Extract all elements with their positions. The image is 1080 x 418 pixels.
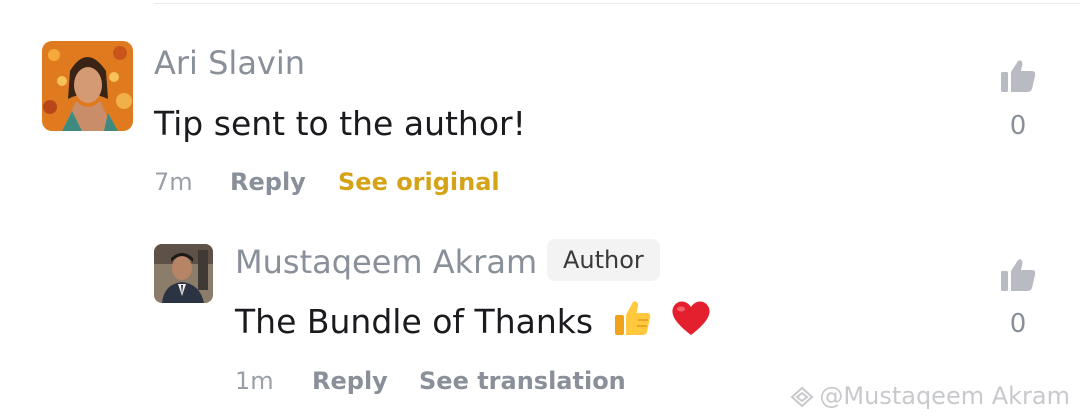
watermark: @Mustaqeem Akram xyxy=(789,384,1070,408)
reply-author-name[interactable]: Mustaqeem Akram xyxy=(235,246,537,278)
thumbs-up-icon[interactable] xyxy=(1000,257,1036,293)
avatar-ari-slavin[interactable] xyxy=(42,41,133,131)
reply-text-line: The Bundle of Thanks xyxy=(235,301,712,343)
red-heart-emoji xyxy=(670,298,712,343)
comment-author-name[interactable]: Ari Slavin xyxy=(154,47,305,79)
comment-text: Tip sent to the author! xyxy=(154,104,526,143)
comment-timestamp: 7m xyxy=(154,168,193,196)
top-divider xyxy=(154,3,1080,4)
like-count: 0 xyxy=(1009,111,1027,141)
thumbs-up-emoji xyxy=(612,298,652,343)
reply-timestamp: 1m xyxy=(235,367,274,395)
see-original-button[interactable]: See original xyxy=(338,170,500,194)
comment-thread: Ari Slavin Tip sent to the author! 7m Re… xyxy=(0,0,1080,418)
watermark-text: @Mustaqeem Akram xyxy=(819,382,1070,410)
thumbs-up-icon[interactable] xyxy=(1000,58,1036,94)
avatar-mustaqeem-akram[interactable] xyxy=(154,244,213,303)
reply-button[interactable]: Reply xyxy=(312,369,388,393)
reply-button[interactable]: Reply xyxy=(230,170,306,194)
like-count: 0 xyxy=(1009,309,1027,339)
reply-text: The Bundle of Thanks xyxy=(235,302,594,341)
author-badge: Author xyxy=(547,239,660,281)
see-translation-button[interactable]: See translation xyxy=(419,369,626,393)
watermark-logo-icon xyxy=(790,386,814,408)
